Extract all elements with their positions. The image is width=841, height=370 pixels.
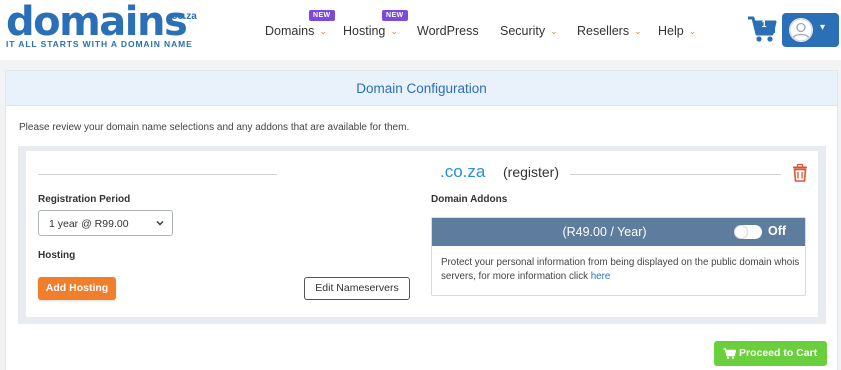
chevron-down-icon (156, 221, 164, 226)
add-hosting-button[interactable]: Add Hosting (38, 277, 116, 300)
toggle-knob (735, 226, 747, 238)
nav-item-hosting[interactable]: Hosting ⌄ (343, 24, 398, 38)
domain-item-panel: .co.za (register) Registration Period 1 … (18, 146, 826, 324)
nav-item-label: Hosting (343, 24, 386, 38)
nav-badge-domains: NEW (309, 10, 335, 21)
addon-toggle-state: Off (768, 224, 787, 238)
trash-icon (793, 163, 807, 182)
intro-text: Please review your domain name selection… (19, 122, 410, 133)
nav-item-help[interactable]: Help ⌄ (658, 24, 696, 38)
logo-tagline: IT ALL STARTS WITH A DOMAIN NAME (6, 39, 193, 49)
domain-name: .co.za (440, 162, 486, 181)
chevron-down-icon: ⌄ (634, 26, 642, 36)
site-logo[interactable]: domains .co.za IT ALL STARTS WITH A DOMA… (6, 0, 206, 51)
remove-domain-button[interactable] (792, 163, 808, 182)
user-menu-button[interactable]: ▾ (782, 13, 839, 47)
nav-item-wordpress[interactable]: WordPress (417, 24, 479, 38)
chevron-down-icon: ⌄ (390, 26, 398, 36)
chevron-down-icon: ▾ (820, 22, 826, 33)
chevron-down-icon: ⌄ (319, 26, 327, 36)
registration-period-label: Registration Period (38, 194, 131, 205)
hosting-label: Hosting (38, 250, 76, 261)
card-header: Domain Configuration (6, 71, 837, 106)
nav-badge-hosting: NEW (382, 10, 408, 21)
shopping-cart-icon (723, 348, 736, 359)
addon-header: (R49.00 / Year) Off (432, 218, 805, 246)
domain-item-body: .co.za (register) Registration Period 1 … (26, 151, 818, 317)
registration-period-select[interactable]: 1 year @ R99.00 (38, 210, 173, 236)
cart-button[interactable]: 1 (747, 15, 777, 43)
addon-price: (R49.00 / Year) (562, 225, 647, 239)
nav-item-label: WordPress (417, 24, 479, 38)
cart-count: 1 (761, 19, 767, 29)
page-title: Domain Configuration (356, 81, 487, 96)
user-avatar-icon (789, 18, 813, 42)
proceed-to-cart-button[interactable]: Proceed to Cart (714, 341, 827, 366)
nav-item-domains[interactable]: Domains ⌄ (265, 24, 327, 38)
addon-description-text: Protect your personal information from b… (441, 257, 800, 282)
addon-info-link[interactable]: here (591, 271, 611, 282)
edit-nameservers-button[interactable]: Edit Nameservers (304, 277, 410, 300)
nav-item-label: Resellers (577, 24, 630, 38)
nav-item-label: Domains (265, 24, 315, 38)
chevron-down-icon: ⌄ (550, 26, 558, 36)
nav-item-label: Security (500, 24, 546, 38)
divider-left (38, 174, 277, 175)
whois-privacy-addon: (R49.00 / Year) Off Protect your persona… (431, 217, 806, 296)
domain-addons-label: Domain Addons (431, 194, 508, 205)
site-header: domains .co.za IT ALL STARTS WITH A DOMA… (0, 0, 841, 60)
divider-right (570, 174, 781, 175)
domain-configuration-card: Domain Configuration Please review your … (5, 70, 838, 370)
proceed-to-cart-label: Proceed to Cart (739, 347, 818, 359)
logo-suffix: .co.za (169, 11, 197, 22)
registration-period-value: 1 year @ R99.00 (49, 218, 129, 230)
nav-item-resellers[interactable]: Resellers ⌄ (577, 24, 642, 38)
addon-description: Protect your personal information from b… (441, 256, 801, 284)
addon-toggle[interactable] (734, 225, 762, 239)
chevron-down-icon: ⌄ (688, 26, 697, 36)
nav-item-security[interactable]: Security ⌄ (500, 24, 558, 38)
domain-action: (register) (503, 164, 560, 180)
nav-item-label: Help (658, 24, 684, 38)
logo-wordmark: domains (6, 0, 188, 45)
